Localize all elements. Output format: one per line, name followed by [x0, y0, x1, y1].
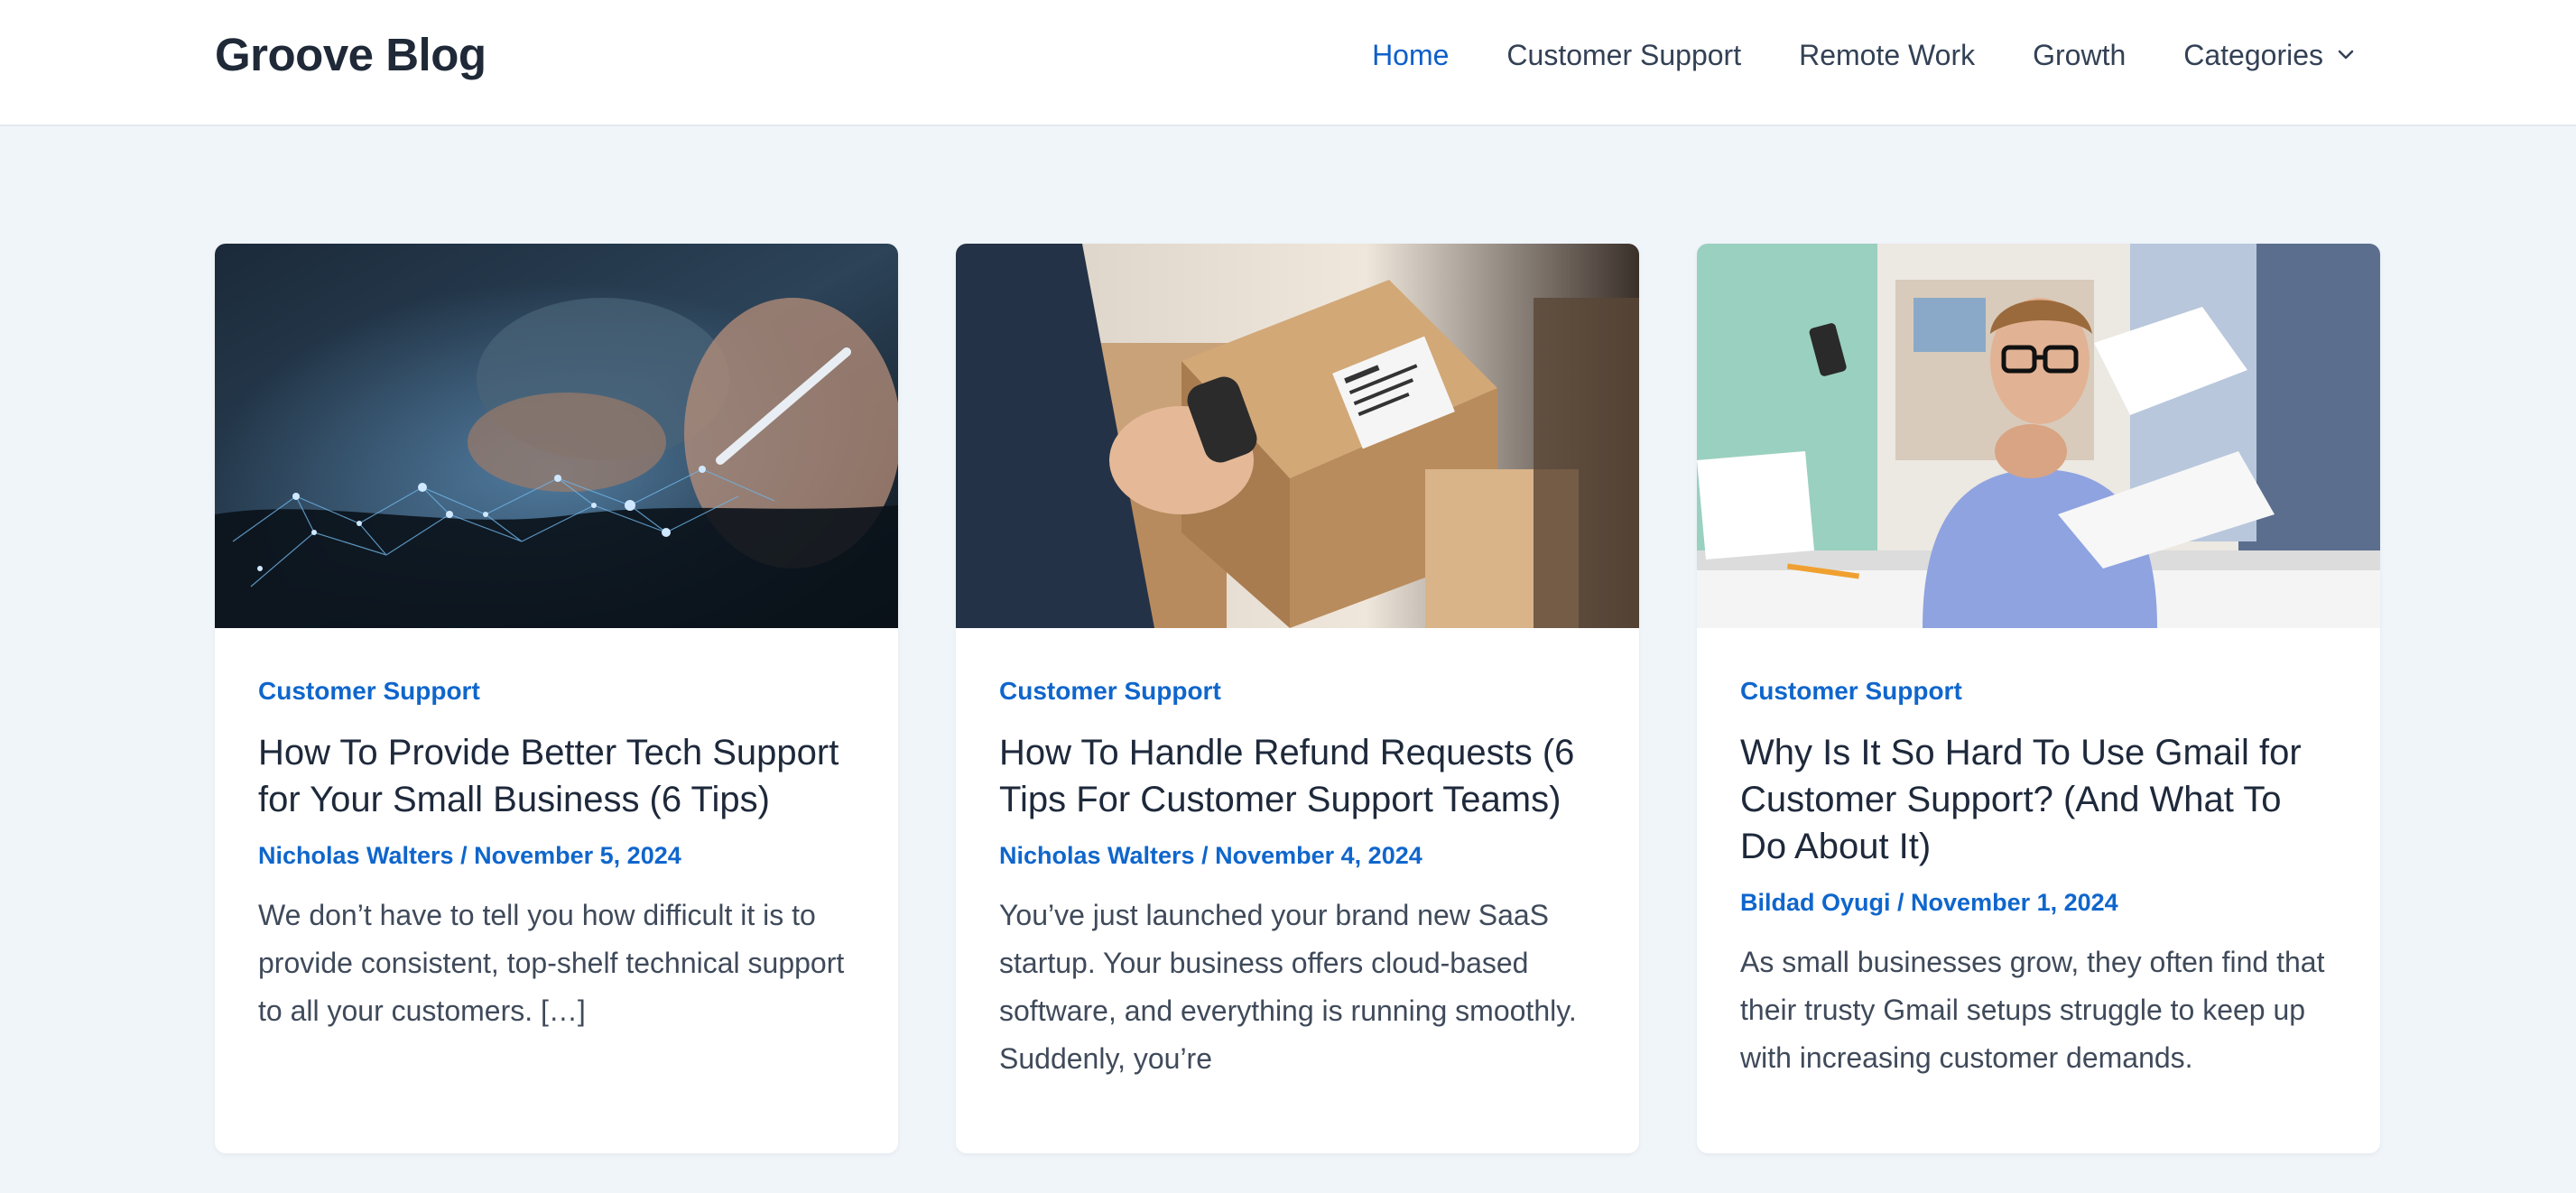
post-author[interactable]: Bildad Oyugi	[1740, 889, 1891, 916]
post-date: November 5, 2024	[474, 842, 681, 869]
post-date: November 1, 2024	[1911, 889, 2118, 916]
post-card-body: Customer Support Why Is It So Hard To Us…	[1697, 628, 2380, 1118]
nav-growth[interactable]: Growth	[2033, 39, 2126, 72]
nav-categories-label: Categories	[2183, 38, 2323, 71]
post-meta: Bildad Oyugi / November 1, 2024	[1740, 884, 2337, 920]
chevron-down-icon[interactable]	[2336, 45, 2356, 65]
post-excerpt: We don’t have to tell you how difficult …	[258, 899, 845, 1027]
post-category[interactable]: Customer Support	[1740, 673, 2337, 709]
post-category[interactable]: Customer Support	[999, 673, 1596, 709]
post-author[interactable]: Nicholas Walters	[258, 842, 454, 869]
post-date: November 4, 2024	[1215, 842, 1422, 869]
post-excerpt: You’ve just launched your brand new SaaS…	[999, 899, 1577, 1075]
nav-remote-work[interactable]: Remote Work	[1799, 39, 1975, 72]
post-card: Customer Support How To Provide Better T…	[215, 244, 898, 1153]
post-image-overwhelmed-worker[interactable]	[1697, 244, 2380, 628]
post-meta: Nicholas Walters / November 4, 2024	[999, 837, 1596, 874]
main-nav: Home Customer Support Remote Work Growth…	[1372, 32, 2356, 78]
post-title[interactable]: How To Provide Better Tech Support for Y…	[258, 729, 855, 823]
post-card-body: Customer Support How To Handle Refund Re…	[956, 628, 1639, 1119]
post-title[interactable]: How To Handle Refund Requests (6 Tips Fo…	[999, 729, 1596, 823]
post-card: Customer Support Why Is It So Hard To Us…	[1697, 244, 2380, 1153]
post-author[interactable]: Nicholas Walters	[999, 842, 1195, 869]
meta-separator: /	[1201, 842, 1216, 869]
meta-separator: /	[460, 842, 475, 869]
meta-separator: /	[1897, 889, 1912, 916]
post-title[interactable]: Why Is It So Hard To Use Gmail for Custo…	[1740, 729, 2337, 870]
post-image-tech-network[interactable]	[215, 244, 898, 628]
post-image-package-scanning[interactable]	[956, 244, 1639, 628]
post-grid: Customer Support How To Provide Better T…	[215, 244, 2381, 1153]
nav-categories[interactable]: Categories	[2183, 39, 2356, 72]
nav-customer-support[interactable]: Customer Support	[1506, 39, 1741, 72]
site-header: Groove Blog Home Customer Support Remote…	[0, 0, 2576, 126]
post-card-body: Customer Support How To Provide Better T…	[215, 628, 898, 1071]
nav-home[interactable]: Home	[1372, 39, 1449, 72]
post-category[interactable]: Customer Support	[258, 673, 855, 709]
post-excerpt: As small businesses grow, they often fin…	[1740, 946, 2325, 1074]
site-logo[interactable]: Groove Blog	[215, 27, 486, 83]
post-card: Customer Support How To Handle Refund Re…	[956, 244, 1639, 1153]
post-meta: Nicholas Walters / November 5, 2024	[258, 837, 855, 874]
